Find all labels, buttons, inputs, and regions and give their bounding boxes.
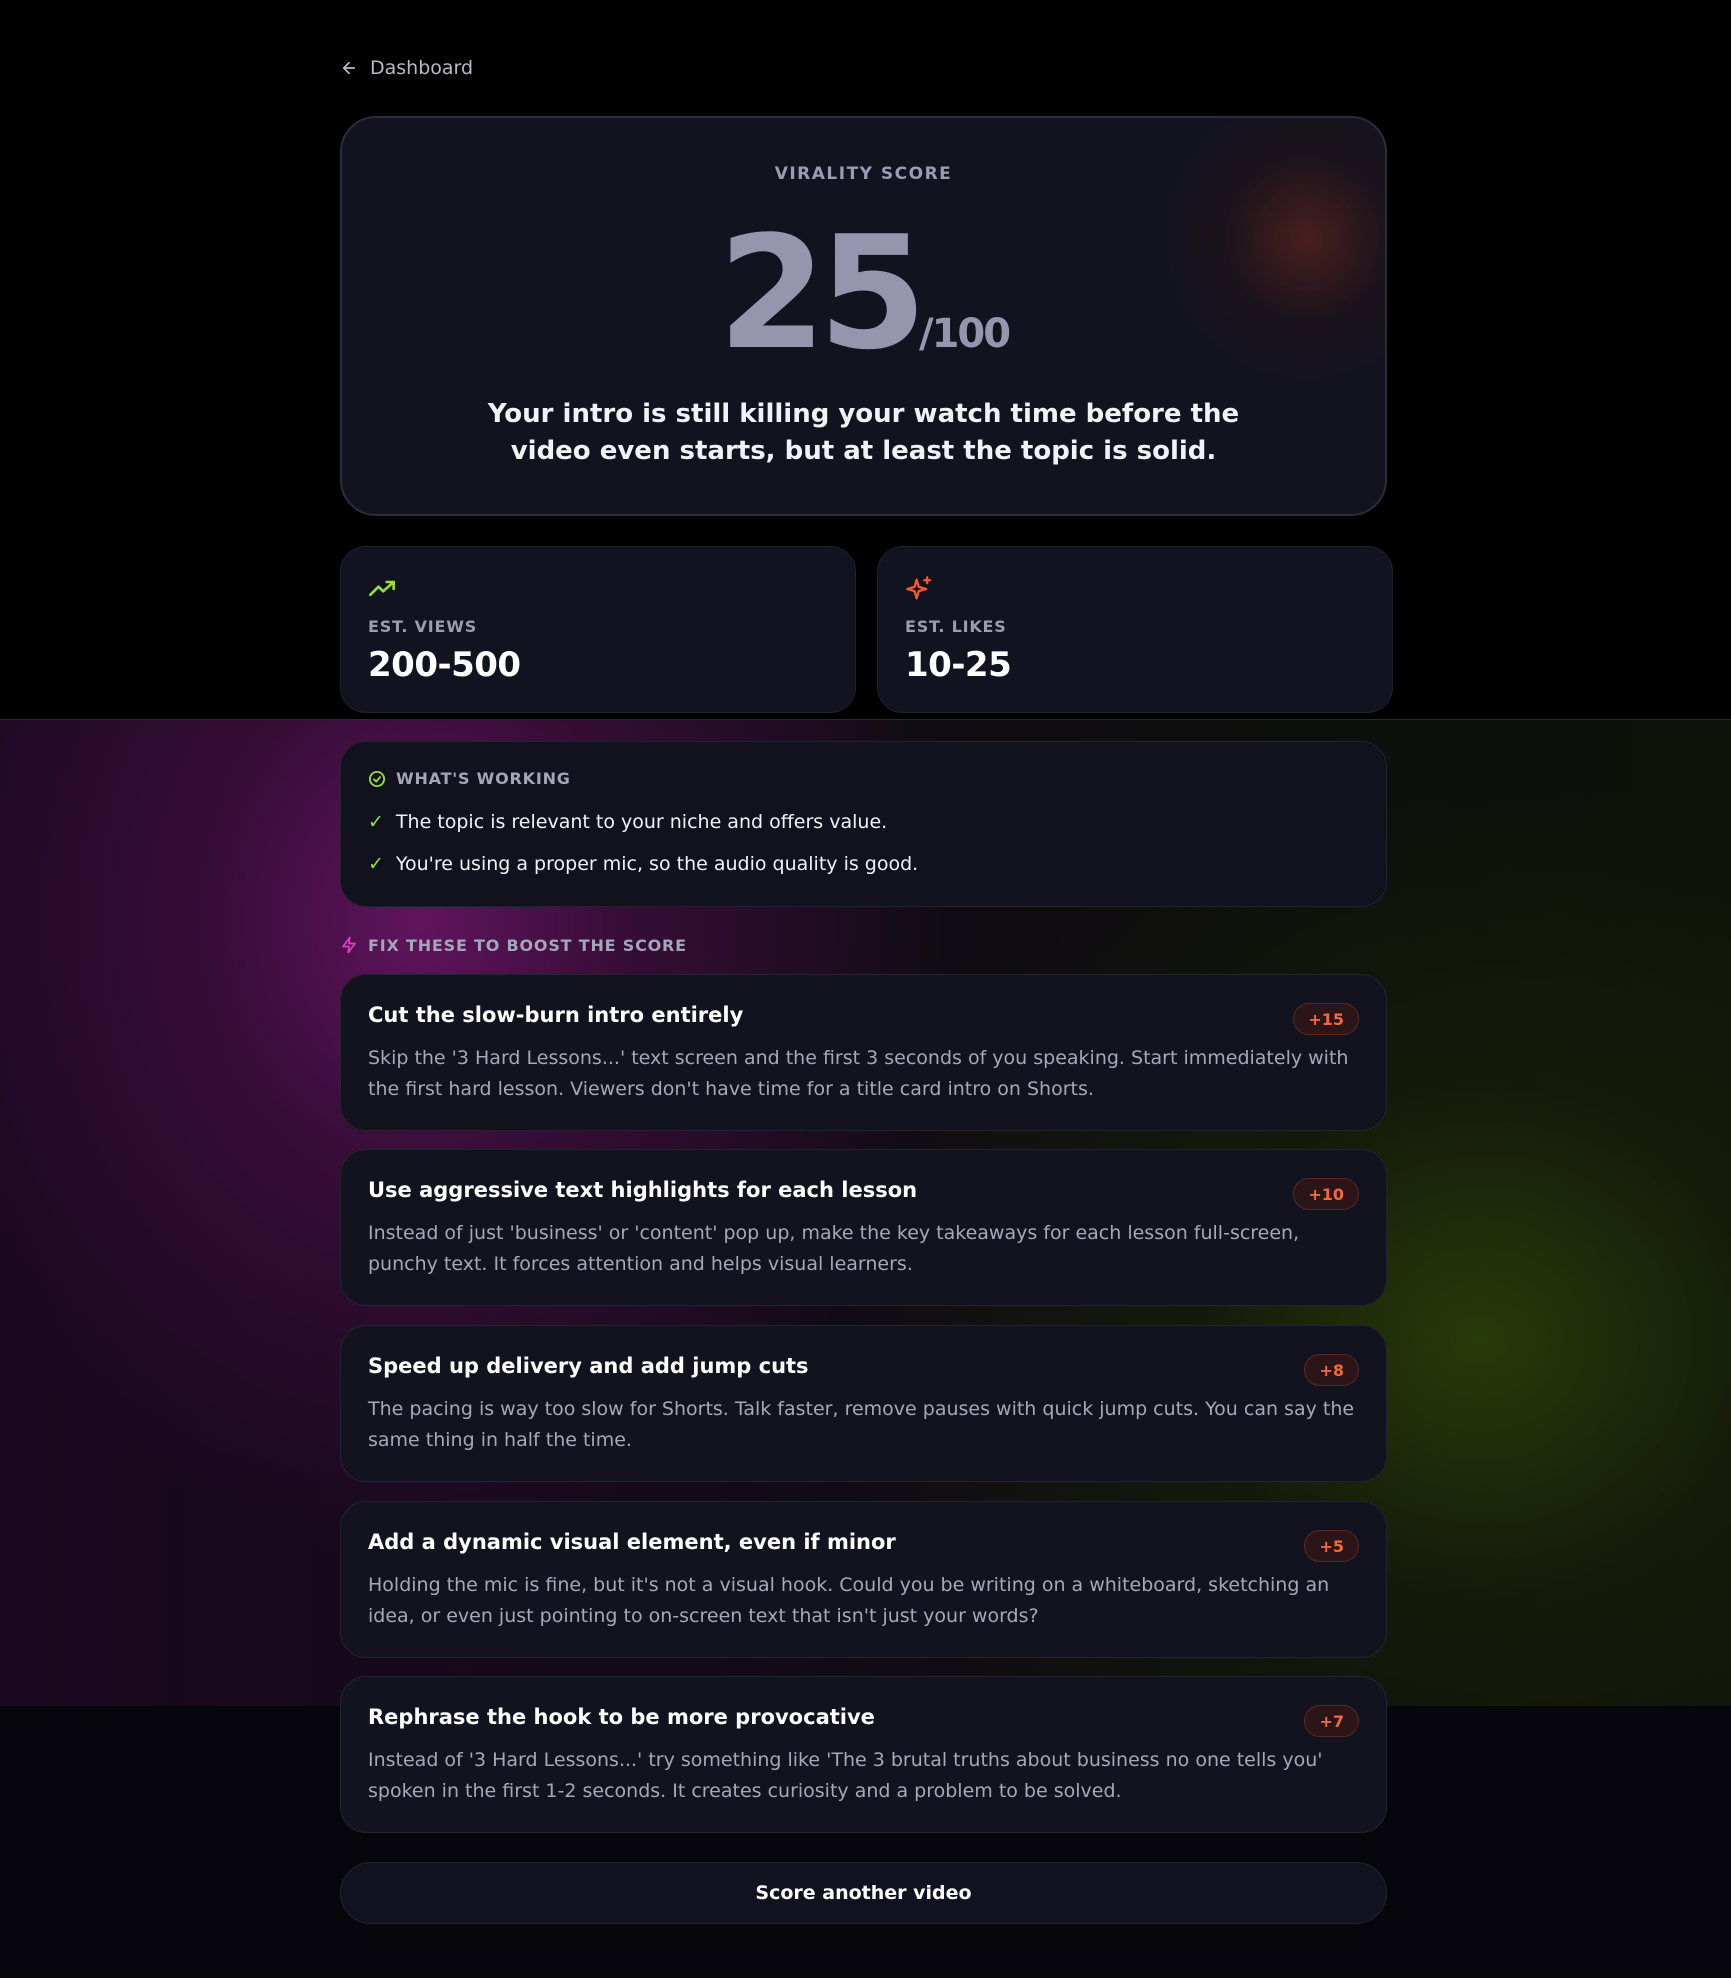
whats-working-title: WHAT'S WORKING: [396, 769, 571, 788]
working-item-text: You're using a proper mic, so the audio …: [395, 853, 919, 875]
fix-description: The pacing is way too slow for Shorts. T…: [368, 1398, 1355, 1451]
est-views-value: 200-500: [368, 645, 521, 685]
est-likes-label: EST. LIKES: [905, 617, 1007, 636]
fix-title: Speed up delivery and add jump cuts: [368, 1354, 809, 1378]
est-likes-value: 10-25: [905, 645, 1012, 685]
fixes-header: FIX THESE TO BOOST THE SCORE: [340, 935, 687, 955]
score-boost-badge: +10: [1293, 1178, 1359, 1210]
back-to-dashboard-link[interactable]: Dashboard: [340, 56, 473, 80]
fix-card: Add a dynamic visual element, even if mi…: [340, 1501, 1387, 1658]
whats-working-header: WHAT'S WORKING: [368, 769, 571, 788]
score-value: 25: [717, 202, 927, 384]
score-another-video-button[interactable]: Score another video: [340, 1862, 1387, 1924]
score-label: VIRALITY SCORE: [774, 164, 953, 184]
checkmark-icon: ✓: [368, 811, 384, 833]
working-item: ✓ The topic is relevant to your niche an…: [368, 811, 887, 833]
working-item: ✓ You're using a proper mic, so the audi…: [368, 853, 918, 875]
score-max: /100: [918, 311, 1011, 357]
whats-working-card: WHAT'S WORKING ✓ The topic is relevant t…: [340, 741, 1387, 907]
fix-title: Cut the slow-burn intro entirely: [368, 1003, 744, 1027]
working-item-text: The topic is relevant to your niche and …: [395, 811, 888, 833]
fix-description: Skip the '3 Hard Lessons...' text screen…: [368, 1047, 1349, 1100]
fixes-title: FIX THESE TO BOOST THE SCORE: [368, 935, 687, 955]
sparkles-icon: [906, 576, 932, 600]
fix-description: Instead of '3 Hard Lessons...' try somet…: [368, 1749, 1323, 1802]
checkmark-icon: ✓: [368, 853, 384, 875]
fix-card: Use aggressive text highlights for each …: [340, 1149, 1387, 1306]
lightning-icon: [342, 936, 356, 954]
back-link-label: Dashboard: [370, 57, 474, 79]
fix-card: Speed up delivery and add jump cuts +8 T…: [340, 1325, 1387, 1482]
virality-score-card: VIRALITY SCORE 25/100 Your intro is stil…: [340, 116, 1387, 516]
arrow-left-icon: [342, 61, 356, 75]
score-boost-badge: +5: [1304, 1530, 1359, 1562]
fix-title: Add a dynamic visual element, even if mi…: [368, 1530, 896, 1554]
fix-title: Rephrase the hook to be more provocative: [368, 1705, 875, 1729]
fix-card: Cut the slow-burn intro entirely +15 Ski…: [340, 974, 1387, 1131]
score-boost-badge: +8: [1304, 1354, 1359, 1386]
trending-up-icon: [369, 580, 395, 597]
score-summary: Your intro is still killing your watch t…: [487, 399, 1240, 466]
score-display: 25/100: [342, 198, 1385, 388]
fix-title: Use aggressive text highlights for each …: [368, 1178, 918, 1202]
check-circle-icon: [368, 770, 386, 787]
score-boost-badge: +7: [1304, 1705, 1359, 1737]
est-likes-card: EST. LIKES 10-25: [877, 546, 1393, 713]
est-views-card: EST. VIEWS 200-500: [340, 546, 856, 713]
est-views-label: EST. VIEWS: [368, 617, 478, 636]
fix-card: Rephrase the hook to be more provocative…: [340, 1676, 1387, 1833]
fix-description: Instead of just 'business' or 'content' …: [368, 1222, 1300, 1275]
score-boost-badge: +15: [1293, 1003, 1359, 1035]
fix-description: Holding the mic is fine, but it's not a …: [368, 1574, 1330, 1627]
